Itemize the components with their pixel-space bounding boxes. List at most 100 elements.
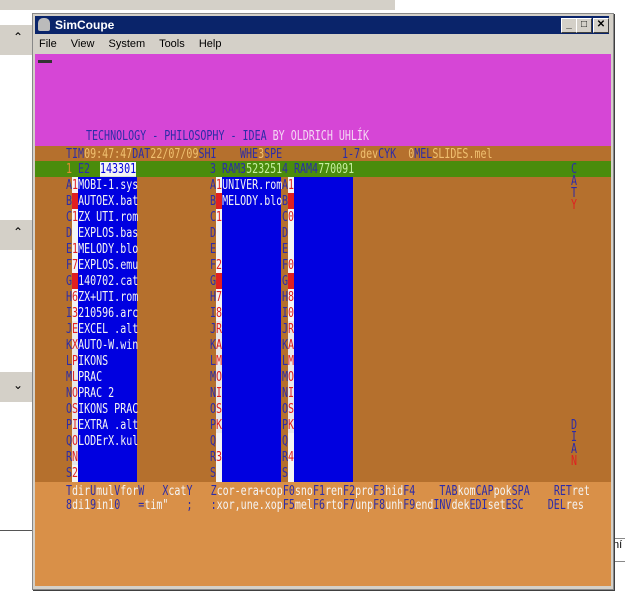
file-row[interactable]: E1MELODY.blo xyxy=(66,242,138,257)
file-row[interactable]: B MELODY.blo xyxy=(210,194,282,209)
file-row[interactable]: I8 xyxy=(210,306,222,321)
file-row[interactable]: PK xyxy=(210,418,222,433)
file-row[interactable]: OS xyxy=(210,402,222,417)
file-row[interactable]: A1 xyxy=(282,178,294,193)
file-name: PRAC 2 xyxy=(78,386,115,401)
text-segment: F1 xyxy=(312,484,325,499)
file-row[interactable]: Q xyxy=(210,434,222,449)
text-segment xyxy=(120,498,138,513)
file-row[interactable]: A1UNIVER.rom xyxy=(210,178,282,193)
file-name: MOBI-1.sys xyxy=(78,178,139,193)
text-segment: F3 xyxy=(373,484,386,499)
menu-view[interactable]: View xyxy=(71,38,95,50)
file-row[interactable]: JEEXCEL .alt xyxy=(66,322,138,337)
row-marker: R xyxy=(216,322,223,337)
file-row[interactable]: E xyxy=(210,242,222,257)
collapse-icon[interactable]: ⌃ xyxy=(13,225,23,239)
file-row[interactable]: PK xyxy=(282,418,294,433)
row-marker: A xyxy=(288,338,295,353)
file-row[interactable]: D xyxy=(282,226,294,241)
text-segment: 3 xyxy=(210,162,217,177)
file-row[interactable]: Q xyxy=(282,434,294,449)
text-segment: tim" xyxy=(144,498,169,513)
close-button[interactable]: ✕ xyxy=(593,18,609,33)
file-row[interactable]: A1MOBI-1.sys xyxy=(66,178,138,193)
file-row[interactable]: F7EXPLOS.emu xyxy=(66,258,138,273)
file-row[interactable]: MLPRAC xyxy=(66,370,102,385)
file-row[interactable]: B xyxy=(282,194,294,209)
file-row[interactable]: RN xyxy=(66,450,78,465)
minimize-button[interactable]: _ xyxy=(561,18,577,33)
cursor xyxy=(38,60,52,63)
file-row[interactable]: NI xyxy=(210,386,222,401)
file-row[interactable]: LPIKONS xyxy=(66,354,108,369)
text-segment: F0 xyxy=(282,484,295,499)
file-row[interactable]: KXAUTO-W.win xyxy=(66,338,138,353)
file-row[interactable]: G xyxy=(282,274,294,289)
file-row[interactable]: MO xyxy=(210,370,222,385)
text-segment: ren xyxy=(324,484,344,499)
text-segment: TIM xyxy=(66,147,85,162)
file-row[interactable]: C0 xyxy=(282,210,294,225)
text-segment: MEL xyxy=(414,147,433,162)
file-row[interactable]: KA xyxy=(282,338,294,353)
file-row[interactable]: D EXPLOS.bas xyxy=(66,226,138,241)
row-marker: 0 xyxy=(288,210,295,225)
file-row[interactable]: JR xyxy=(210,322,222,337)
menu-help[interactable]: Help xyxy=(199,38,222,50)
file-row[interactable]: I3210596.arc xyxy=(66,306,138,321)
row-marker: 8 xyxy=(216,306,223,321)
text-segment: F8 xyxy=(373,498,386,513)
menu-system[interactable]: System xyxy=(109,38,146,50)
text-segment: EDI xyxy=(469,498,488,513)
menu-tools[interactable]: Tools xyxy=(159,38,185,50)
text-segment: BY OLDRICH UHLÍK xyxy=(266,129,369,144)
row-marker xyxy=(288,226,294,241)
expand-icon[interactable]: ⌄ xyxy=(13,378,23,392)
file-row[interactable]: PIEXTRA .alt xyxy=(66,418,138,433)
file-row[interactable]: OSIKONS PRAC xyxy=(66,402,138,417)
file-row[interactable]: S xyxy=(282,466,294,481)
file-row[interactable]: D xyxy=(210,226,222,241)
row-marker: O xyxy=(288,370,295,385)
maximize-button[interactable]: □ xyxy=(576,18,592,33)
text-segment: dek xyxy=(451,498,470,513)
file-row[interactable]: F2 xyxy=(210,258,222,273)
title-bar: SimCoupe _ □ ✕ xyxy=(35,16,609,34)
row-marker xyxy=(288,274,294,289)
row-marker: K xyxy=(288,418,295,433)
file-row[interactable]: C1 xyxy=(210,210,222,225)
row-marker xyxy=(216,242,222,257)
file-row[interactable]: G 140702.cat xyxy=(66,274,138,289)
file-row[interactable]: B AUTOEX.bat xyxy=(66,194,138,209)
file-row[interactable]: C1ZX UTI.rom xyxy=(66,210,138,225)
file-row[interactable]: I0 xyxy=(282,306,294,321)
emulator-screen[interactable]: TECHNOLOGY - PHILOSOPHY - IDEA BY OLDRIC… xyxy=(35,54,611,586)
row-marker xyxy=(216,274,222,289)
file-row[interactable]: F0 xyxy=(282,258,294,273)
text-segment: INV xyxy=(433,498,452,513)
file-row[interactable]: S xyxy=(210,466,222,481)
file-row[interactable]: KA xyxy=(210,338,222,353)
row-marker: 8 xyxy=(288,290,295,305)
collapse-icon[interactable]: ⌃ xyxy=(13,30,23,44)
file-row[interactable]: JR xyxy=(282,322,294,337)
file-row[interactable]: R4 xyxy=(282,450,294,465)
file-row[interactable]: LM xyxy=(210,354,222,369)
file-row[interactable]: H6ZX+UTI.rom xyxy=(66,290,138,305)
file-row[interactable]: MO xyxy=(282,370,294,385)
file-row[interactable]: H7 xyxy=(210,290,222,305)
file-row[interactable]: OS xyxy=(282,402,294,417)
file-row[interactable]: QOLODErX.kul xyxy=(66,434,138,449)
file-row[interactable]: H8 xyxy=(282,290,294,305)
file-row[interactable]: NOPRAC 2 xyxy=(66,386,114,401)
file-row[interactable]: LM xyxy=(282,354,294,369)
menu-file[interactable]: File xyxy=(39,38,57,50)
text-segment: sno xyxy=(294,484,313,499)
file-row[interactable]: E xyxy=(282,242,294,257)
file-row[interactable]: S2 xyxy=(66,466,78,481)
file-row[interactable]: NI xyxy=(282,386,294,401)
text-segment: DAT xyxy=(132,147,151,162)
file-row[interactable]: G xyxy=(210,274,222,289)
file-row[interactable]: R3 xyxy=(210,450,222,465)
